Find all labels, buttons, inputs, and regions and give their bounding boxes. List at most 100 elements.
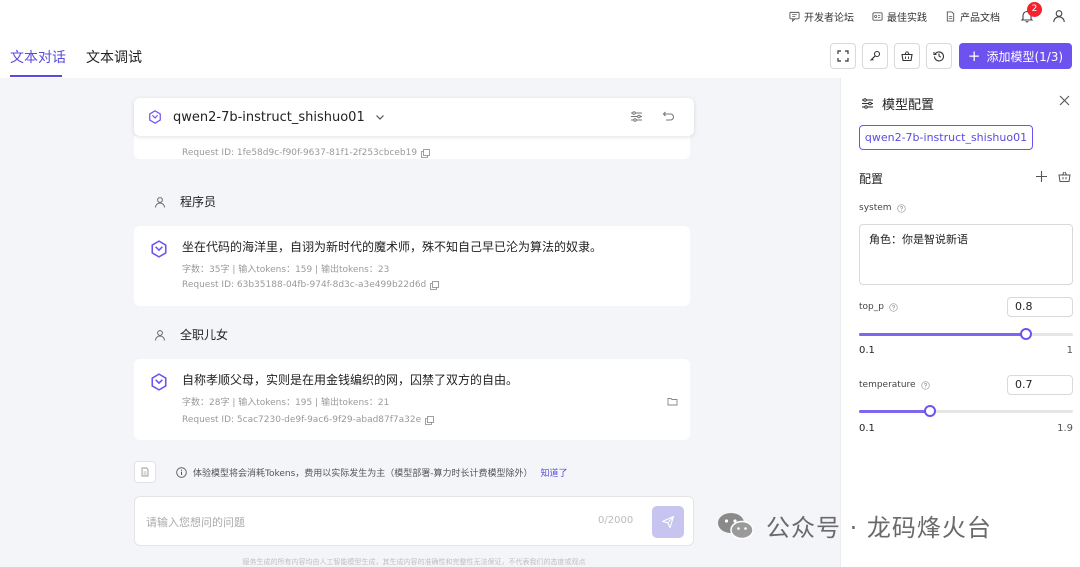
developer-forum-label: 开发者论坛 bbox=[804, 12, 854, 24]
product-docs-link[interactable]: 产品文档 bbox=[945, 9, 1000, 24]
folder-icon[interactable] bbox=[667, 396, 678, 407]
model-name[interactable]: qwen2-7b-instruct_shishuo01 bbox=[173, 110, 365, 125]
user-role-text: 全职儿女 bbox=[180, 328, 229, 342]
token-notice: 体验模型将会消耗Tokens，费用以实际发生为主（模型部署-算力时长计费模型除外… bbox=[134, 460, 694, 484]
help-icon[interactable] bbox=[889, 302, 898, 312]
notice-text: 体验模型将会消耗Tokens，费用以实际发生为主（模型部署-算力时长计费模型除外… bbox=[193, 468, 533, 479]
copy-icon[interactable] bbox=[430, 280, 440, 290]
temperature-input[interactable]: 0.7 bbox=[1007, 375, 1073, 395]
plus-icon: + bbox=[967, 46, 981, 65]
message-meta: 字数：28字 | 输入tokens：195 | 输出tokens：21 bbox=[182, 398, 390, 408]
send-icon bbox=[661, 515, 675, 529]
user-icon bbox=[1052, 9, 1066, 23]
chevron-down-icon[interactable] bbox=[375, 112, 385, 122]
best-practice-link[interactable]: 最佳实践 bbox=[872, 9, 927, 24]
forum-icon bbox=[789, 11, 800, 22]
product-docs-label: 产品文档 bbox=[960, 12, 1000, 24]
developer-forum-link[interactable]: 开发者论坛 bbox=[789, 9, 854, 24]
document-icon bbox=[140, 467, 150, 477]
top-p-max: 1 bbox=[1066, 345, 1073, 356]
assistant-message-card: 自称孝顺父母，实则是在用金钱编织的网，囚禁了双方的自由。 字数：28字 | 输入… bbox=[134, 359, 690, 440]
chat-input-placeholder: 请输入您想问的问题 bbox=[146, 516, 245, 529]
model-logo-icon bbox=[148, 110, 162, 124]
temperature-max: 1.9 bbox=[1057, 423, 1073, 434]
model-selector-bar: qwen2-7b-instruct_shishuo01 bbox=[134, 98, 694, 136]
message-request-id: Request ID: 5cac7230-de9f-9ac6-9f29-abad… bbox=[182, 415, 435, 425]
send-button[interactable] bbox=[652, 506, 684, 538]
char-counter: 0/2000 bbox=[598, 515, 634, 526]
config-sliders-icon bbox=[861, 97, 874, 110]
model-logo-icon bbox=[150, 373, 168, 391]
watermark-text: 公众号 · 龙码烽火台 bbox=[766, 514, 992, 542]
basket-icon bbox=[901, 50, 913, 62]
tab-text-debug[interactable]: 文本调试 bbox=[86, 47, 142, 67]
wechat-watermark: 公众号 · 龙码烽火台 bbox=[716, 508, 992, 543]
notice-dismiss-link[interactable]: 知道了 bbox=[541, 466, 568, 479]
top-p-slider[interactable] bbox=[859, 328, 1073, 340]
best-practice-label: 最佳实践 bbox=[887, 12, 927, 24]
api-key-button[interactable] bbox=[862, 43, 888, 69]
panel-title: 模型配置 bbox=[882, 98, 935, 113]
wechat-icon bbox=[716, 511, 756, 541]
assistant-response: 自称孝顺父母，实则是在用金钱编织的网，囚禁了双方的自由。 bbox=[182, 373, 519, 387]
temperature-slider[interactable] bbox=[859, 405, 1073, 417]
top-p-label: top_p bbox=[859, 302, 898, 312]
slider-fill bbox=[859, 333, 1026, 336]
history-icon bbox=[933, 50, 945, 62]
doc-icon bbox=[945, 10, 956, 22]
user-role-row: 全职儿女 bbox=[154, 326, 228, 343]
top-p-input[interactable]: 0.8 bbox=[1007, 297, 1073, 317]
config-heading: 配置 bbox=[859, 172, 884, 186]
system-prompt-field[interactable]: 角色：你是智说新语 bbox=[859, 224, 1073, 285]
copy-icon[interactable] bbox=[425, 415, 435, 425]
message-meta: 字数：35字 | 输入tokens：159 | 输出tokens：23 bbox=[182, 265, 390, 275]
user-button[interactable] bbox=[1052, 9, 1066, 23]
history-button[interactable] bbox=[926, 43, 952, 69]
copy-icon[interactable] bbox=[421, 148, 430, 158]
message-request-id: Request ID: 63b35188-04fb-974f-8d3c-a3e4… bbox=[182, 280, 440, 290]
assistant-message-card: 坐在代码的海洋里，自诩为新时代的魔术师，殊不知自己早已沦为算法的奴隶。 字数：3… bbox=[134, 226, 690, 306]
slider-thumb[interactable] bbox=[923, 405, 936, 417]
top-bar: 开发者论坛 最佳实践 产品文档 2 bbox=[0, 0, 1080, 32]
system-label: system bbox=[859, 203, 906, 213]
chat-input-box[interactable]: 请输入您想问的问题 0/2000 bbox=[134, 496, 694, 546]
user-role-text: 程序员 bbox=[180, 195, 217, 209]
model-config-panel: 模型配置 qwen2-7b-instruct_shishuo01 配置 syst… bbox=[840, 78, 1080, 567]
close-icon[interactable] bbox=[1059, 95, 1070, 106]
help-icon[interactable] bbox=[896, 203, 906, 213]
panel-header: 模型配置 bbox=[861, 94, 934, 113]
tabs-row: 文本对话 文本调试 + 添加模型(1/3) bbox=[0, 38, 1080, 78]
fullscreen-button[interactable] bbox=[830, 43, 856, 69]
previous-message-card: Request ID: 1fe58d9c-f90f-9637-81f1-2f25… bbox=[134, 136, 690, 159]
slider-fill bbox=[859, 410, 930, 413]
disclaimer-footer: 服务生成的所有内容均由人工智能模型生成，其生成内容的准确性和完整性无法保证，不代… bbox=[242, 558, 586, 566]
notification-button[interactable]: 2 bbox=[1020, 2, 1042, 23]
user-role-row: 程序员 bbox=[154, 193, 216, 210]
active-tab-indicator bbox=[10, 75, 62, 77]
add-config-icon[interactable] bbox=[1035, 170, 1048, 183]
chat-area: qwen2-7b-instruct_shishuo01 Request ID: … bbox=[0, 78, 840, 567]
assistant-response: 坐在代码的海洋里，自诩为新时代的魔术师，殊不知自己早已沦为算法的奴隶。 bbox=[182, 240, 603, 254]
undo-icon[interactable] bbox=[662, 110, 675, 123]
settings-sliders-icon[interactable] bbox=[630, 110, 643, 123]
add-model-label: 添加模型(1/3) bbox=[986, 49, 1064, 64]
top-p-min: 0.1 bbox=[859, 345, 875, 356]
clear-context-button[interactable] bbox=[134, 461, 156, 483]
info-icon bbox=[156, 466, 187, 478]
add-model-button[interactable]: + 添加模型(1/3) bbox=[959, 43, 1072, 69]
key-icon bbox=[869, 50, 881, 62]
basket-icon[interactable] bbox=[1058, 170, 1071, 183]
model-tag[interactable]: qwen2-7b-instruct_shishuo01 bbox=[859, 125, 1033, 150]
clear-basket-button[interactable] bbox=[894, 43, 920, 69]
previous-request-id: Request ID: 1fe58d9c-f90f-9637-81f1-2f25… bbox=[182, 148, 430, 158]
tab-text-chat[interactable]: 文本对话 bbox=[10, 47, 66, 67]
help-icon[interactable] bbox=[920, 380, 930, 390]
user-icon bbox=[154, 196, 166, 208]
user-icon bbox=[154, 329, 166, 341]
practice-icon bbox=[872, 11, 883, 22]
notification-badge: 2 bbox=[1027, 2, 1042, 17]
model-logo-icon bbox=[150, 240, 168, 258]
fullscreen-icon bbox=[837, 50, 849, 62]
slider-thumb[interactable] bbox=[1019, 328, 1032, 340]
temperature-min: 0.1 bbox=[859, 423, 875, 434]
